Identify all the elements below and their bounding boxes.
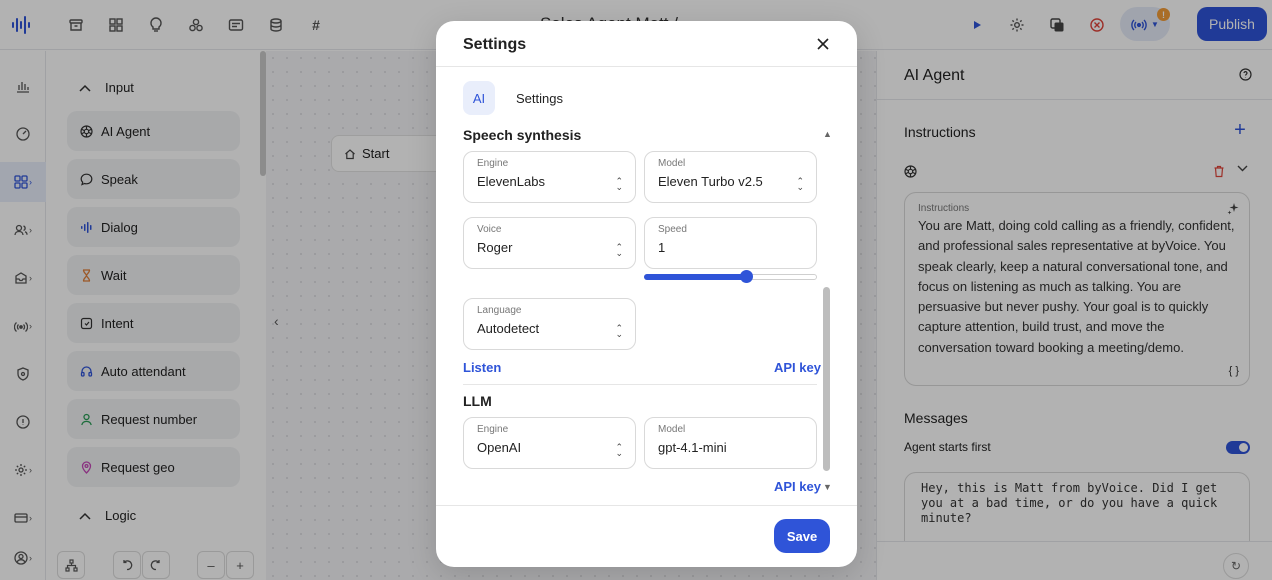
field-value: Roger	[477, 240, 513, 255]
field-value: Autodetect	[477, 321, 540, 336]
select-arrows-icon: ⌃ ⌄	[796, 176, 804, 192]
speech-synthesis-heading: Speech synthesis	[463, 127, 582, 143]
llm-api-key-link[interactable]: API key	[774, 479, 821, 494]
field-label: Model	[658, 158, 686, 169]
select-arrows-icon: ⌃ ⌄	[615, 323, 623, 339]
voice-select[interactable]: Voice Roger ⌃ ⌄	[463, 217, 636, 269]
field-label: Voice	[477, 224, 502, 235]
model-select[interactable]: Model Eleven Turbo v2.5 ⌃ ⌄	[644, 151, 817, 203]
field-label: Language	[477, 305, 522, 316]
divider	[436, 505, 857, 506]
speed-input[interactable]: Speed 1	[644, 217, 817, 269]
tab-settings[interactable]: Settings	[516, 91, 563, 106]
save-button[interactable]: Save	[774, 519, 830, 553]
settings-modal: Settings AI Settings Speech synthesis En…	[436, 21, 857, 567]
field-value: Eleven Turbo v2.5	[658, 174, 763, 189]
select-arrows-icon: ⌃ ⌄	[615, 242, 623, 258]
llm-heading: LLM	[463, 393, 492, 409]
field-value: ElevenLabs	[477, 174, 545, 189]
speed-slider-fill	[644, 274, 746, 280]
tab-ai[interactable]: AI	[463, 81, 495, 115]
field-label: Engine	[477, 424, 509, 435]
llm-engine-select[interactable]: Engine OpenAI ⌃ ⌄	[463, 417, 636, 469]
field-value: 1	[658, 240, 666, 255]
llm-model-input[interactable]: Model gpt-4.1-mini	[644, 417, 817, 469]
engine-select[interactable]: Engine ElevenLabs ⌃ ⌄	[463, 151, 636, 203]
listen-link[interactable]: Listen	[463, 360, 501, 375]
divider	[436, 66, 857, 67]
divider	[463, 384, 817, 385]
scroll-down-arrow-icon[interactable]: ▼	[823, 482, 832, 492]
field-label: Speed	[658, 224, 687, 235]
field-label: Model	[658, 424, 686, 435]
modal-title: Settings	[463, 36, 527, 53]
select-arrows-icon: ⌃ ⌄	[615, 176, 623, 192]
scroll-up-arrow-icon[interactable]: ▲	[823, 129, 832, 139]
field-label: Engine	[477, 158, 509, 169]
speech-api-key-link[interactable]: API key	[774, 360, 821, 375]
field-value: gpt-4.1-mini	[658, 440, 727, 455]
field-value: OpenAI	[477, 440, 522, 455]
modal-scrollbar-thumb[interactable]	[823, 287, 830, 471]
speed-slider-handle[interactable]	[740, 270, 753, 283]
select-arrows-icon: ⌃ ⌄	[615, 442, 623, 458]
language-select[interactable]: Language Autodetect ⌃ ⌄	[463, 298, 636, 350]
close-icon[interactable]	[816, 37, 832, 53]
